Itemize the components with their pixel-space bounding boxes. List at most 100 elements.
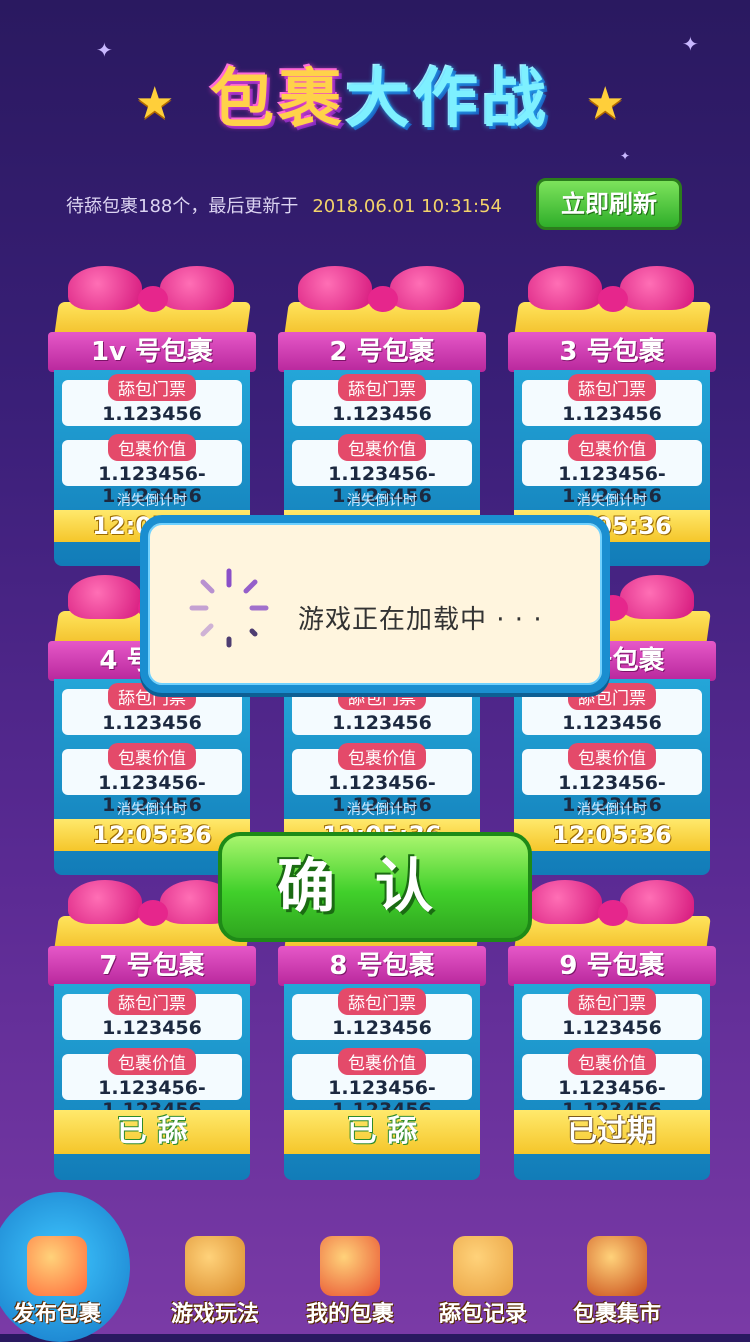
ticket-box: 舔包门票 1.123456 [292,374,472,426]
value-box: 包裹价值 1.123456-1.123456 [62,743,242,816]
value-box: 包裹价值 1.123456-1.123456 [522,743,702,816]
countdown-timer: 12:05:36 [514,819,710,851]
package-name: 2 号包裹 [278,332,486,372]
ticket-box: 舔包门票 1.123456 [522,683,702,735]
ribbon-bow-icon [620,880,694,924]
nav-item[interactable]: 发布包裹 [0,1210,122,1334]
ticket-box: 舔包门票 1.123456 [62,988,242,1040]
ticket-value: 1.123456 [102,403,202,425]
refresh-button[interactable]: 立即刷新 [536,178,682,230]
ribbon-bow-icon [528,266,602,310]
value-box: 包裹价值 1.123456-1.123456 [522,1048,702,1121]
package-status: 已 舔 [284,1110,480,1154]
value-box: 包裹价值 1.123456-1.123456 [62,1048,242,1121]
ticket-value: 1.123456 [562,712,662,734]
pending-count-text: 待舔包裹188个，最后更新于 [66,196,299,217]
ribbon-knot [138,286,168,312]
countdown-label: 消失倒计时 [117,802,187,818]
nav-item[interactable]: 舔包记录 [418,1210,548,1334]
value-label: 包裹价值 [108,434,196,461]
package-name: 8 号包裹 [278,946,486,986]
loading-dialog: 游戏正在加载中 · · · [140,515,610,693]
ribbon-bow-icon [298,266,372,310]
ribbon-bow-icon [68,266,142,310]
sparkle-icon: ✦ [682,32,699,56]
countdown-label: 消失倒计时 [347,493,417,509]
gift-box-icon [27,1236,87,1296]
ribbon-bow-icon [620,266,694,310]
ribbon-bow-icon [68,880,142,924]
star-icon: ★ [585,78,625,129]
treasure-pot-icon [587,1236,647,1296]
star-icon: ★ [135,78,175,129]
update-time: 2018.06.01 10:31:54 [312,196,502,217]
record-scroll-icon [453,1236,513,1296]
package-name: 3 号包裹 [508,332,716,372]
value-label: 包裹价值 [338,1048,426,1075]
ribbon-bow-icon [528,880,602,924]
package-status: 已过期 [514,1110,710,1154]
nav-item[interactable]: 游戏玩法 [150,1210,280,1334]
package-status: 已 舔 [54,1110,250,1154]
ticket-box: 舔包门票 1.123456 [292,988,472,1040]
ribbon-bow-icon [620,575,694,619]
value-box: 包裹价值 1.123456-1.123456 [292,434,472,507]
nav-label: 舔包记录 [438,1302,527,1327]
nav-label: 发布包裹 [12,1302,101,1327]
nav-item[interactable]: 我的包裹 [285,1210,415,1334]
sparkle-icon: ✦ [96,38,113,62]
ticket-label: 舔包门票 [338,988,426,1015]
value-box: 包裹价值 1.123456-1.123456 [292,743,472,816]
ticket-label: 舔包门票 [108,374,196,401]
game-title: ★ 包裹大作战 ★ [135,50,625,150]
value-box: 包裹价值 1.123456-1.123456 [62,434,242,507]
loading-text: 游戏正在加载中 · · · [298,605,543,635]
package-name: 9 号包裹 [508,946,716,986]
ticket-value: 1.123456 [332,1017,432,1039]
nav-label: 游戏玩法 [170,1302,259,1327]
loading-spinner-icon [189,568,269,648]
nav-label: 我的包裹 [305,1302,394,1327]
package-card[interactable]: 9 号包裹 舔包门票 1.123456 包裹价值 1.123456-1.1234… [508,880,716,1180]
ticket-value: 1.123456 [102,712,202,734]
update-info: 待舔包裹188个，最后更新于 2018.06.01 10:31:54 [66,192,502,218]
countdown-label: 消失倒计时 [117,493,187,509]
value-label: 包裹价值 [108,1048,196,1075]
value-label: 包裹价值 [338,743,426,770]
bottom-nav: 发布包裹 游戏玩法 我的包裹 舔包记录 包裹集市 [0,1210,750,1334]
ticket-box: 舔包门票 1.123456 [522,374,702,426]
title-part2: 大作战 [346,63,550,137]
ticket-value: 1.123456 [332,403,432,425]
ribbon-knot [138,900,168,926]
ticket-box: 舔包门票 1.123456 [62,683,242,735]
value-label: 包裹价值 [108,743,196,770]
ticket-value: 1.123456 [102,1017,202,1039]
sparkle-icon: ✦ [620,149,631,163]
value-label: 包裹价值 [568,743,656,770]
ticket-value: 1.123456 [562,1017,662,1039]
ticket-box: 舔包门票 1.123456 [522,988,702,1040]
countdown-label: 消失倒计时 [577,802,647,818]
nav-item[interactable]: 包裹集市 [552,1210,682,1334]
title-part1: 包裹 [210,63,346,137]
countdown-label: 消失倒计时 [577,493,647,509]
ticket-label: 舔包门票 [338,374,426,401]
ticket-box: 舔包门票 1.123456 [292,683,472,735]
package-name: 1v 号包裹 [48,332,256,372]
package-body: 舔包门票 1.123456 包裹价值 1.123456-1.123456 已过期 [514,984,710,1180]
ticket-label: 舔包门票 [568,374,656,401]
value-box: 包裹价值 1.123456-1.123456 [292,1048,472,1121]
ticket-label: 舔包门票 [108,988,196,1015]
package-name: 7 号包裹 [48,946,256,986]
faq-scroll-icon [185,1236,245,1296]
ticket-label: 舔包门票 [568,988,656,1015]
confirm-button[interactable]: 确认 [218,832,532,942]
value-label: 包裹价值 [568,1048,656,1075]
nav-label: 包裹集市 [572,1302,661,1327]
ticket-box: 舔包门票 1.123456 [62,374,242,426]
value-label: 包裹价值 [338,434,426,461]
ticket-value: 1.123456 [332,712,432,734]
value-label: 包裹价值 [568,434,656,461]
ribbon-knot [598,286,628,312]
money-bag-icon [320,1236,380,1296]
